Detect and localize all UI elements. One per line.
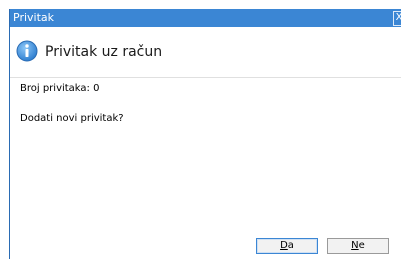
close-icon: X xyxy=(396,12,401,23)
info-icon xyxy=(16,40,38,62)
dialog-heading: Privitak uz račun xyxy=(45,44,163,60)
no-button[interactable]: Ne xyxy=(327,238,389,254)
attachment-count-text: Broj privitaka: 0 xyxy=(20,83,100,94)
no-mnemonic: N xyxy=(351,240,359,251)
question-text: Dodati novi privitak? xyxy=(20,113,124,124)
window-title: Privitak xyxy=(13,11,55,24)
close-button[interactable]: X xyxy=(393,11,401,26)
no-label-rest: e xyxy=(358,240,365,251)
title-bar[interactable]: Privitak X xyxy=(10,9,401,27)
yes-button[interactable]: Da xyxy=(256,238,318,254)
dialog-header: Privitak uz račun xyxy=(10,27,401,78)
dialog-window: Privitak X Privitak uz račun Broj privit… xyxy=(9,9,401,259)
yes-mnemonic: D xyxy=(280,240,288,251)
yes-label-rest: a xyxy=(287,240,294,251)
